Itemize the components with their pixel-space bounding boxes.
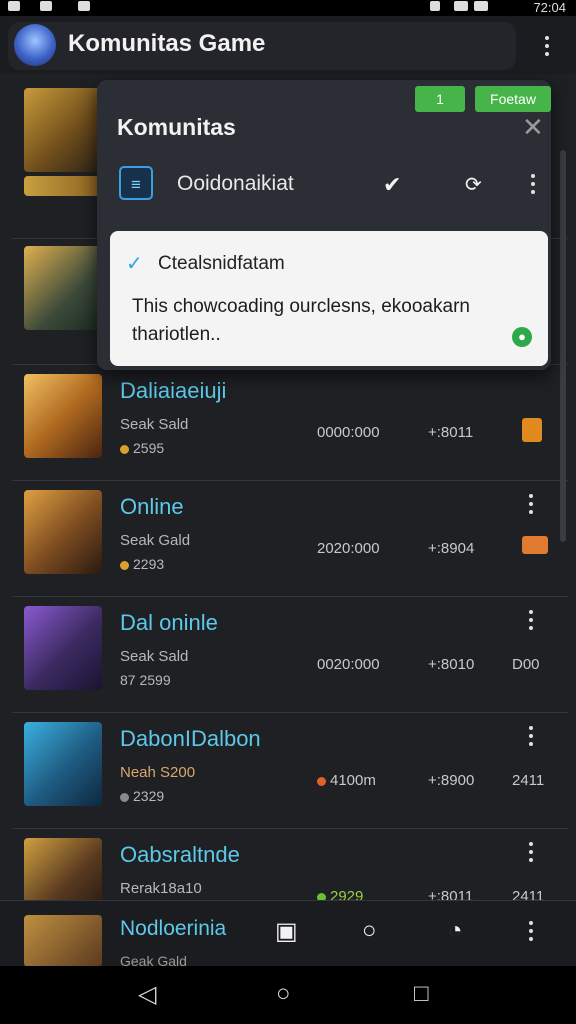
search-icon[interactable]: ○ [362,917,377,945]
game-name: Dal oninle [120,610,218,635]
scrollbar[interactable] [560,150,566,542]
game-stat: 2411 [512,772,545,789]
system-nav-bar: ◁ ○ □ [0,966,576,1024]
row-more-icon[interactable] [528,494,534,518]
list-item[interactable]: Dal oninle Seak Sald 87 2599 0020:000 +:… [12,596,568,713]
notification-icon [78,1,90,11]
avatar[interactable] [14,24,56,66]
game-stat: 4100m [317,772,376,789]
game-subtitle: Seak Sald [120,648,189,665]
game-thumbnail [24,606,102,690]
notification-icon [40,1,52,11]
layers-icon: ≡ [119,166,153,200]
gamepad-icon[interactable]: ▣ [275,917,298,946]
status-icon [522,418,542,442]
coin-icon [120,560,129,570]
game-stat: +:8010 [428,656,475,673]
list-item[interactable]: Online Seak Gald 2293 2020:000 +:8904 [12,480,568,597]
game-thumbnail [24,490,102,574]
game-count: 2293 [120,556,164,572]
notification-card[interactable]: ✓ Ctealsnidfatam This chowcoading ourcle… [110,231,548,366]
game-thumbnail [24,915,102,967]
coin-icon [120,792,129,802]
game-name: Oabsraltnde [120,842,240,867]
row-more-icon[interactable] [528,610,534,634]
game-stat: 0020:000 [317,656,380,673]
panel-title: Komunitas [117,114,236,140]
game-subtitle: Neah S200 [120,764,196,781]
wifi-icon [454,1,468,11]
card-body: This chowcoading ourclesns, ekooakarn th… [132,296,470,345]
game-thumbnail [24,374,102,458]
shield-icon [317,776,326,786]
home-icon[interactable]: ○ [276,980,291,1008]
clock: 72:04 [533,0,566,15]
list-item[interactable]: Daliaiaeiuji Seak Sald 2595 0000:000 +:8… [12,364,568,481]
game-thumbnail [24,176,102,196]
game-stat: D00 [512,656,540,673]
recent-icon[interactable]: □ [414,980,429,1008]
game-name: Daliaiaeiuji [120,378,227,403]
refresh-icon[interactable]: ⟳ [465,172,482,197]
game-thumbnail [24,88,102,172]
follow-button[interactable]: Foetaw [475,86,551,112]
game-stat: 2020:000 [317,540,380,557]
notification-icon [8,1,20,11]
game-name: Online [120,494,184,519]
game-thumbnail [24,722,102,806]
bottom-bar: Nodloerinia Geak Gald ▣ ○ ◔ [0,900,576,969]
check-circle-icon: ✓ [126,253,143,275]
battery-icon [474,1,488,11]
back-icon[interactable]: ◁ [138,980,156,1009]
row-more-icon[interactable] [528,842,534,866]
game-subtitle: Seak Gald [120,532,191,549]
check-icon[interactable]: ✔ [383,172,401,198]
row-more-icon[interactable] [528,726,534,750]
bottom-game-name[interactable]: Nodloerinia [120,917,226,941]
coin-icon [120,444,129,454]
timer-icon[interactable]: ◔ [448,917,463,945]
game-subtitle: Rerak18a10 [120,880,202,897]
close-icon[interactable]: ✕ [522,112,544,143]
signal-icon [430,1,440,11]
game-stat: +:8904 [428,540,475,557]
badge-button[interactable]: 1 [415,86,465,112]
game-count: 2595 [120,440,164,456]
game-stat: +:8011 [428,424,474,441]
game-count: 87 2599 [120,672,171,688]
list-item[interactable]: DabonIDalbon Neah S200 2329 4100m +:8900… [12,712,568,829]
card-title: Ctealsnidfatam [158,253,285,274]
option-label[interactable]: Ooidonaikiat [177,172,294,196]
game-thumbnail [24,246,102,330]
game-stat: +:8900 [428,772,475,789]
status-bar: 72:04 [0,0,576,16]
page-title: Komunitas Game [68,30,266,57]
game-stat: 0000:000 [317,424,380,441]
panel-more-icon[interactable] [530,174,536,198]
game-count: 2329 [120,788,164,804]
status-icon [522,536,548,554]
game-subtitle: Seak Sald [120,416,189,433]
bottom-more-icon[interactable] [528,921,534,945]
game-name: DabonIDalbon [120,726,261,751]
more-options-icon[interactable] [544,36,550,60]
chat-icon[interactable]: ● [512,327,532,347]
